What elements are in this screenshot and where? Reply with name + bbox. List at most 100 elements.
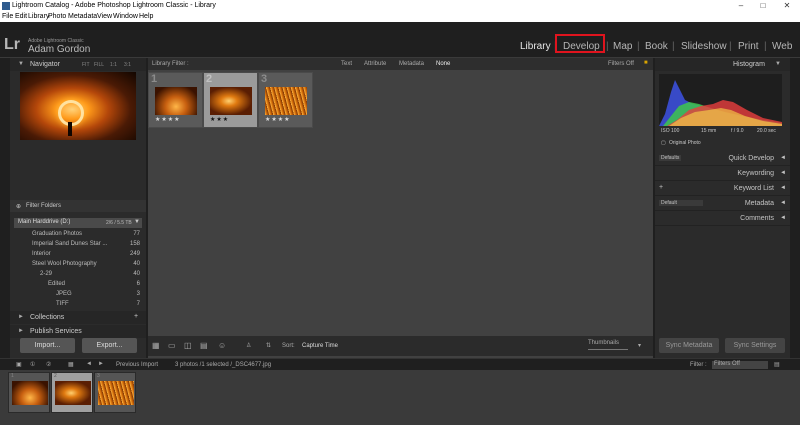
aperture-readout: f / 9.0 [731,128,744,134]
module-library[interactable]: Library [520,41,551,52]
original-photo-label: Original Photo [669,140,701,146]
loupe-view-icon[interactable]: ▭ [168,341,176,350]
keyword-list-header[interactable]: + Keyword List ◄ [655,182,790,196]
star-rating[interactable]: ★★★★ [265,116,291,123]
folder-count: 6 [136,281,140,287]
expand-triangle-icon: ◄ [780,155,786,161]
collections-header[interactable]: ► Collections + [10,311,146,324]
expand-triangle-icon: ► [18,328,24,334]
grid-cell-selected[interactable]: 2 ★★★ [203,72,258,128]
navigator-title: Navigator [30,61,60,68]
sort-direction-icon[interactable]: ⇅ [266,342,271,349]
menu-edit[interactable]: Edit [15,13,27,20]
menu-help[interactable]: Help [139,13,153,20]
photo-thumbnail[interactable] [265,87,307,115]
minimize-button[interactable]: – [734,1,748,11]
menu-view[interactable]: View [97,13,112,20]
menu-file[interactable]: File [2,13,13,20]
grid-view-icon[interactable]: ▦ [152,341,160,350]
navigator-preview[interactable] [20,72,136,140]
filters-off[interactable]: Filters Off [608,61,634,67]
quick-develop-header[interactable]: Defaults Quick Develop ◄ [655,152,790,166]
navigator-header[interactable]: ▼ Navigator FIT FILL 1:1 3:1 [10,58,146,71]
back-arrow-icon[interactable]: ◄ [86,361,92,367]
filter-none[interactable]: None [436,61,450,67]
keywording-header[interactable]: Keywording ◄ [655,167,790,181]
thumbnail-size-slider[interactable] [588,349,628,350]
folder-row[interactable]: JPEG 3 [10,290,146,299]
photo-thumbnail[interactable] [210,87,252,115]
menu-window[interactable]: Window [113,13,138,20]
painter-icon[interactable]: ♙ [246,342,251,349]
zoom-fit[interactable]: FIT [82,62,90,68]
folder-row[interactable]: Steel Wool Photography 40 [10,260,146,269]
sync-settings-button[interactable]: Sync Settings [725,338,785,353]
source-name[interactable]: Previous Import [116,362,158,368]
primary-window-icon[interactable]: ① [30,361,35,368]
grid-icon[interactable]: ▦ [68,361,74,368]
add-keyword-icon[interactable]: + [659,184,663,191]
expand-triangle-icon: ◄ [780,170,786,176]
people-view-icon[interactable]: ☺ [218,341,226,350]
histogram-header[interactable]: Histogram ▼ [655,58,790,71]
folder-row[interactable]: Interior 249 [10,250,146,259]
publish-services-header[interactable]: ► Publish Services [10,325,146,338]
saved-preset-dropdown[interactable]: Defaults [659,155,682,161]
module-map[interactable]: Map [613,41,632,52]
folder-row[interactable]: 2-29 40 [10,270,146,279]
comments-header[interactable]: Comments ◄ [655,212,790,226]
filmstrip-thumb[interactable]: 1 [8,372,50,413]
lock-icon[interactable]: ■ [644,60,648,66]
filter-attribute[interactable]: Attribute [364,61,386,67]
filmstrip-thumb[interactable]: 3 [94,372,136,413]
module-book[interactable]: Book [645,41,668,52]
close-button[interactable]: ✕ [780,1,794,11]
zoom-1-1[interactable]: 1:1 [110,62,117,68]
folder-row[interactable]: Edited 6 [10,280,146,289]
module-slideshow[interactable]: Slideshow [681,41,727,52]
volume-bar[interactable]: Main Harddrive (D:) 2/6 / 5.5 TB ▼ [14,218,142,228]
folder-count: 249 [129,251,140,257]
compare-view-icon[interactable]: ◫ [184,341,192,350]
import-button[interactable]: Import... [20,338,75,353]
star-rating[interactable]: ★★★ [210,116,229,123]
export-button[interactable]: Export... [82,338,137,353]
module-separator: | [672,41,675,52]
add-collection-icon[interactable]: + [134,313,138,320]
filter-metadata[interactable]: Metadata [399,61,424,67]
secondary-display-icon[interactable]: ② [46,361,51,368]
metadata-preset-dropdown[interactable]: Default [659,200,703,206]
menu-photo[interactable]: Photo [48,13,66,20]
search-icon: ⊕ [16,204,22,210]
restore-button[interactable]: □ [756,1,770,11]
filter-text[interactable]: Text [341,61,352,67]
grid-cell[interactable]: 3 ★★★★ [258,72,313,128]
zoom-fill[interactable]: FILL [94,62,104,68]
forward-arrow-icon[interactable]: ► [98,361,104,367]
module-web[interactable]: Web [772,41,792,52]
module-print[interactable]: Print [738,41,759,52]
folder-row[interactable]: Graduation Photos 77 [10,230,146,239]
sync-metadata-button[interactable]: Sync Metadata [659,338,719,353]
metadata-header[interactable]: Default Metadata ◄ [655,197,790,211]
original-photo-checkbox[interactable]: ▢ [661,140,666,146]
photo-thumbnail[interactable] [155,87,197,115]
star-rating[interactable]: ★★★★ [155,116,181,123]
grid-cell[interactable]: 1 ★★★★ [148,72,203,128]
folder-row[interactable]: TIFF 7 [10,300,146,309]
toolbar-menu-icon[interactable]: ▾ [638,342,641,349]
zoom-3-1[interactable]: 3:1 [124,62,131,68]
sort-value[interactable]: Capture Time [302,343,338,349]
filmstrip-lock-icon[interactable]: ▤ [774,361,780,368]
folders-filter[interactable]: ⊕ Filter Folders [10,200,146,212]
survey-view-icon[interactable]: ▤ [200,341,208,350]
folder-row[interactable]: Imperial Sand Dunes Star ... 158 [10,240,146,249]
filter-dropdown[interactable]: Filters Off [712,361,768,369]
menu-metadata[interactable]: Metadata [68,13,97,20]
iso-readout: ISO 100 [661,128,680,134]
filter-folders-label: Filter Folders [26,203,62,209]
folder-count: 40 [133,261,140,267]
second-window-icon[interactable]: ▣ [16,361,22,368]
menu-library[interactable]: Library [28,13,49,20]
filmstrip-thumb-selected[interactable]: 2 [51,372,93,413]
